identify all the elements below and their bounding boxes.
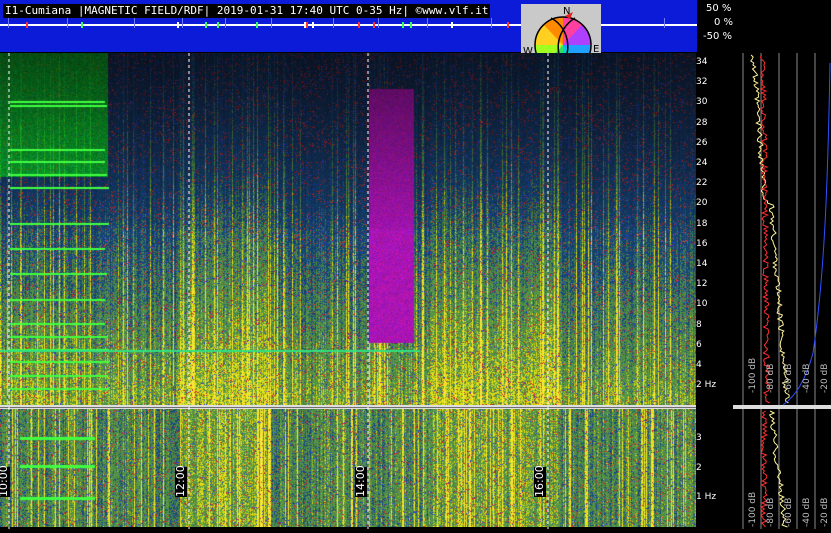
freq-label-main: 10 — [696, 299, 708, 310]
freq-label-main: 24 — [696, 158, 708, 168]
freq-label-main: 4 — [696, 360, 702, 370]
compass-north-label: N — [563, 6, 571, 17]
polarization-mark — [205, 22, 207, 28]
polarization-mark — [304, 22, 306, 28]
time-grid — [8, 53, 549, 529]
db-label-bottom-100: -100 dB — [748, 491, 758, 527]
freq-label-main: 34 — [696, 57, 708, 67]
polarization-tick — [225, 18, 226, 28]
polarization-tick — [664, 18, 665, 28]
freq-label-main: 12 — [696, 279, 708, 290]
polarization-tick — [491, 18, 492, 28]
polarization-mark — [306, 22, 308, 28]
time-label-10: 10:00 — [0, 465, 10, 497]
db-label-top-100: -100 dB — [748, 357, 758, 393]
polarization-mark — [507, 22, 509, 28]
level-curves — [733, 53, 831, 529]
time-label-14: 14:00 — [354, 465, 367, 497]
polarization-tick — [378, 18, 379, 28]
freq-label-main: 20 — [696, 198, 708, 209]
freq-label-main: 2 Hz — [696, 380, 717, 391]
vlf-spectrogram-screen: I1-Cumiana |MAGNETIC FIELD/RDF| 2019-01-… — [0, 0, 831, 529]
polarization-tick — [333, 18, 334, 28]
polarization-tick — [67, 18, 68, 28]
polarization-mark — [81, 22, 83, 28]
db-label-top-80: -80 dB — [766, 363, 776, 393]
time-label-16: 16:00 — [533, 465, 546, 497]
freq-label-main: 16 — [696, 238, 708, 249]
polarization-mark — [312, 22, 314, 28]
polarization-tick — [427, 18, 428, 28]
freq-label-main: 28 — [696, 117, 708, 128]
freq-label-main: 14 — [696, 259, 708, 269]
db-label-top-20: -20 dB — [820, 363, 830, 393]
polarization-tick — [134, 18, 135, 28]
db-label-bottom-60: -60 dB — [784, 497, 794, 527]
level-panel-divider — [733, 405, 831, 409]
polarization-mark — [256, 22, 258, 28]
db-label-top-40: -40 dB — [802, 363, 812, 393]
freq-label-main: 8 — [696, 319, 702, 330]
polarization-mark — [402, 22, 404, 28]
freq-label-low: 2 — [696, 463, 702, 473]
polarization-mark — [26, 22, 28, 28]
percent-label-0: 0 % — [714, 17, 734, 28]
freq-label-low: 1 Hz — [696, 492, 717, 502]
freq-label-main: 6 — [696, 339, 702, 350]
db-label-bottom-40: -40 dB — [802, 497, 812, 527]
polarization-tick — [182, 18, 183, 28]
polarization-mark — [451, 22, 453, 28]
percent-label-minus-50: -50 % — [703, 31, 733, 42]
time-label-12: 12:00 — [174, 465, 187, 497]
freq-label-main: 26 — [696, 137, 708, 148]
percent-label-50: 50 % — [706, 3, 732, 14]
db-label-top-60: -60 dB — [784, 363, 794, 393]
db-label-bottom-80: -80 dB — [766, 497, 776, 527]
polarization-mark — [410, 22, 412, 28]
reference-curve-upper — [759, 54, 771, 404]
polarization-mark — [373, 22, 375, 28]
station-title: I1-Cumiana |MAGNETIC FIELD/RDF| 2019-01-… — [3, 4, 491, 18]
polarization-mark — [177, 22, 179, 28]
polarization-mark — [358, 22, 360, 28]
freq-label-low: 3 — [696, 433, 702, 443]
freq-label-main: 18 — [696, 218, 708, 229]
polarization-tick — [8, 18, 9, 28]
spectrum-curve-upper — [750, 54, 790, 404]
level-panel: -100 dB -80 dB -60 dB -40 dB -20 dB -100… — [733, 53, 831, 529]
freq-label-main: 30 — [696, 97, 708, 108]
freq-label-main: 32 — [696, 77, 708, 88]
polarization-tick — [271, 18, 272, 28]
freq-label-main: 22 — [696, 178, 708, 189]
polarization-mark — [217, 22, 219, 28]
db-label-bottom-20: -20 dB — [820, 497, 830, 527]
